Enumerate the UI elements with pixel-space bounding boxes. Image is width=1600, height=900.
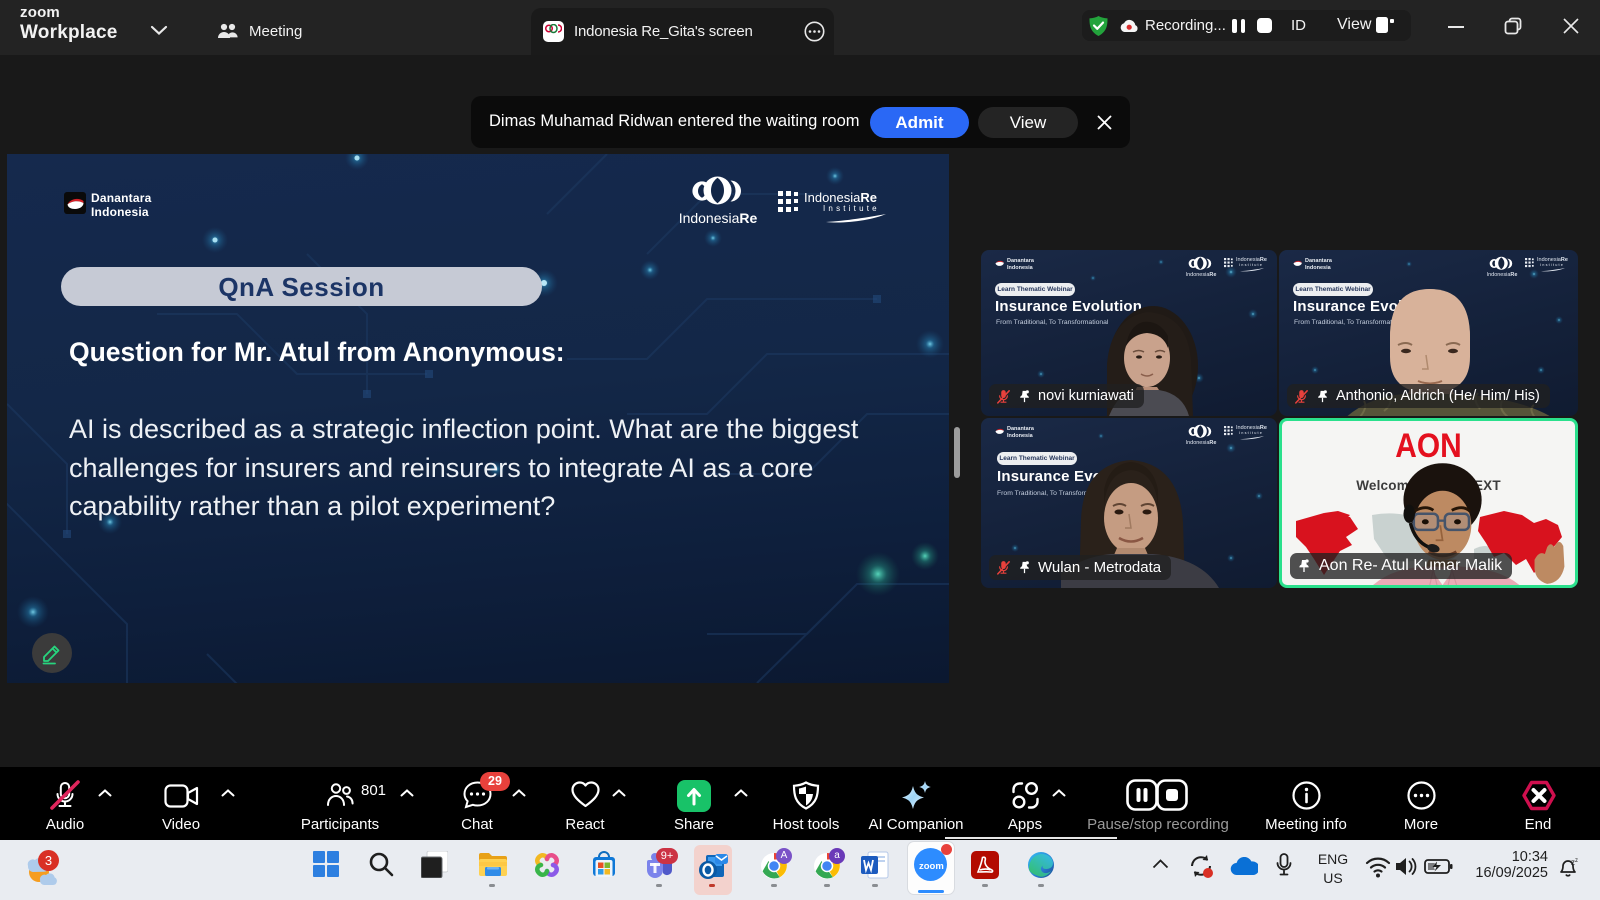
svg-text:z: z — [1575, 858, 1578, 864]
